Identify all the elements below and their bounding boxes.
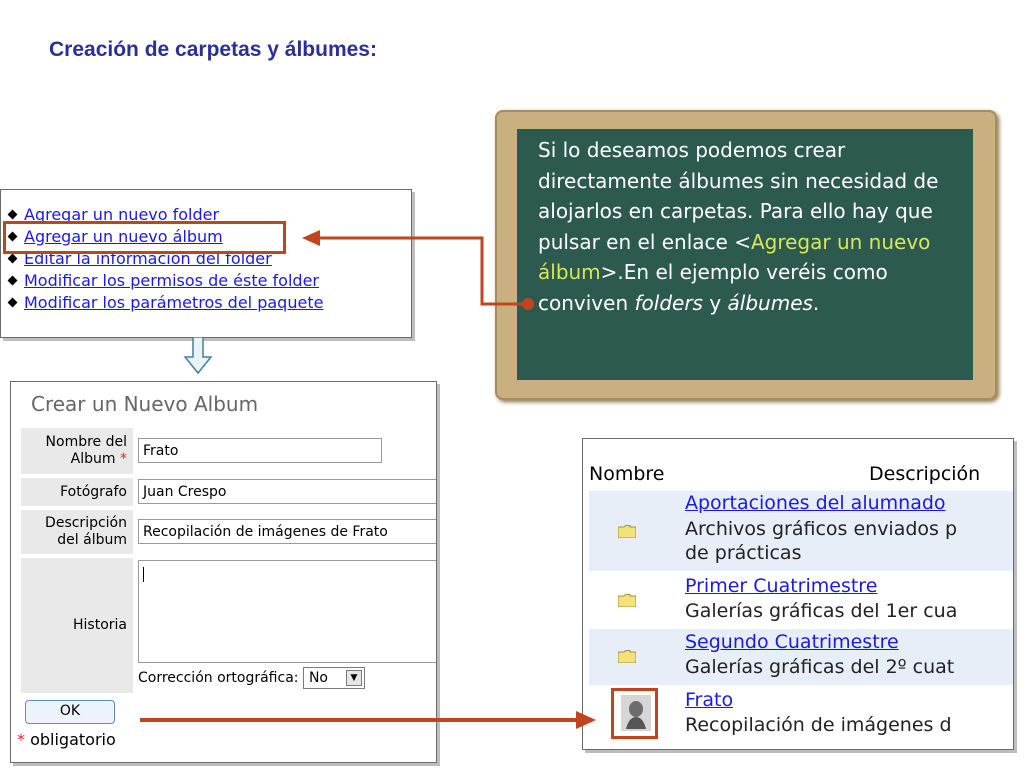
arrow-head-right-icon (576, 711, 596, 729)
connector-arrows (140, 230, 596, 729)
arrow-head-left-icon (302, 230, 320, 246)
connector-dot-icon (522, 298, 534, 310)
connector-line-menu (318, 236, 528, 306)
